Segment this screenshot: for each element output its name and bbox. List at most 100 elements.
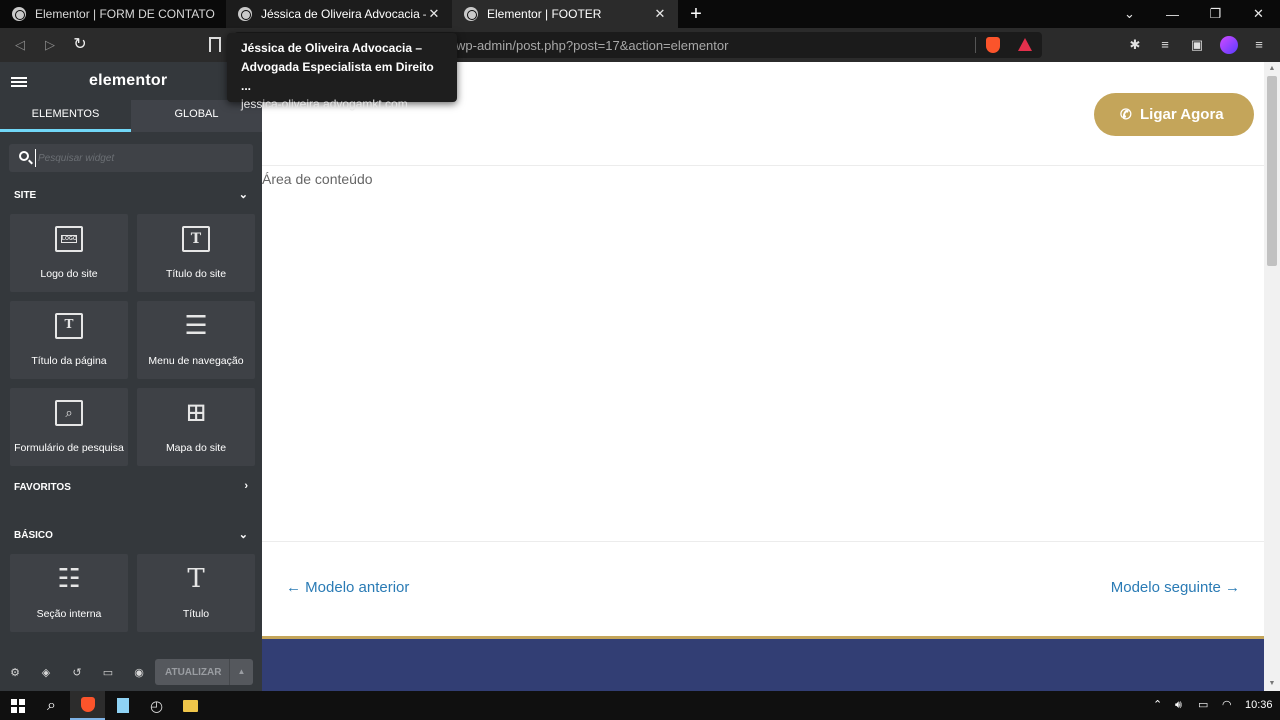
brave-rewards-icon[interactable] xyxy=(1018,38,1032,51)
close-window-icon[interactable]: ✕ xyxy=(1237,0,1280,28)
scrollbar-thumb[interactable] xyxy=(1267,76,1277,266)
url-text: wp-admin/post.php?post=17&action=element… xyxy=(456,38,729,53)
tab-form-contato[interactable]: Elementor | FORM DE CONTATO 2 xyxy=(0,0,226,28)
notepad-app[interactable] xyxy=(105,691,140,720)
widget-search-input[interactable] xyxy=(35,149,235,167)
profile-icon[interactable] xyxy=(1220,36,1238,54)
playlist-icon[interactable]: ≡ xyxy=(1157,37,1173,53)
header-divider xyxy=(262,165,1264,166)
search-icon[interactable]: ⌕ xyxy=(34,691,69,720)
wifi-icon[interactable]: ◠ xyxy=(1222,691,1232,720)
widget-heading[interactable]: T Título xyxy=(137,554,255,632)
notepad-icon xyxy=(116,698,129,713)
new-tab-button[interactable]: + xyxy=(678,0,714,28)
basic-widgets-grid: ☷ Seção interna T Título xyxy=(1,554,262,632)
search-icon xyxy=(19,151,29,161)
tab-search-icon[interactable]: ⌄ xyxy=(1108,0,1151,28)
panel-footer: ⚙ ◈ ↺ ▭ ◉ ATUALIZAR ▲ xyxy=(0,655,262,691)
scroll-up-icon[interactable]: ▲ xyxy=(1264,62,1280,76)
phone-icon: ✆ xyxy=(1120,106,1132,122)
preview-icon[interactable]: ◉ xyxy=(133,667,145,679)
update-label: ATUALIZAR xyxy=(165,667,222,678)
file-explorer-app[interactable] xyxy=(173,691,208,720)
widget-label: Título do site xyxy=(165,268,227,280)
chevron-up-icon[interactable]: ▲ xyxy=(229,659,253,685)
widget-label: Título da página xyxy=(31,355,107,367)
windows-taskbar: ⌕ ◴ ⌃ 🔊︎ ▭ ◠ 10:36 xyxy=(0,691,1280,720)
navigator-icon[interactable]: ◈ xyxy=(40,667,52,679)
divider xyxy=(975,37,976,53)
call-now-button[interactable]: ✆ Ligar Agora xyxy=(1094,93,1254,136)
elementor-logo: elementor xyxy=(89,72,168,89)
widget-page-title[interactable]: T Título da página xyxy=(10,301,128,379)
widget-label: Formulário de pesquisa xyxy=(14,442,124,454)
history-icon[interactable]: ↺ xyxy=(71,667,83,679)
wallet-icon[interactable]: ▣ xyxy=(1189,37,1205,53)
scroll-down-icon[interactable]: ▼ xyxy=(1264,677,1280,691)
responsive-mode-icon[interactable]: ▭ xyxy=(102,667,114,679)
panel-header: elementor xyxy=(0,62,262,100)
brave-shields-icon[interactable] xyxy=(986,37,1000,53)
search-form-icon: ⌕ xyxy=(55,400,83,426)
section-label: FAVORITOS xyxy=(14,482,71,493)
folder-icon xyxy=(183,699,198,712)
tab-elements[interactable]: ELEMENTOS xyxy=(0,100,131,132)
reload-icon[interactable]: ↻ xyxy=(71,36,89,54)
section-basic[interactable]: BÁSICO ⌄ xyxy=(0,520,262,554)
menu-icon[interactable]: ≡ xyxy=(1251,37,1267,53)
widget-label: Logo do site xyxy=(40,268,98,280)
widget-search-form[interactable]: ⌕ Formulário de pesquisa xyxy=(10,388,128,466)
clock-app[interactable]: ◴ xyxy=(139,691,174,720)
globe-icon xyxy=(12,7,26,21)
widget-search xyxy=(9,144,253,172)
globe-icon xyxy=(464,7,478,21)
tooltip-title-line2: Advogada Especialista em Direito ... xyxy=(241,60,434,93)
widget-nav-menu[interactable]: ☰ Menu de navegação xyxy=(137,301,255,379)
clock-time[interactable]: 10:36 xyxy=(1245,691,1273,720)
minimize-icon[interactable]: — xyxy=(1151,0,1194,28)
tab-title: Elementor | FOOTER xyxy=(487,7,602,21)
section-site[interactable]: SITE ⌄ xyxy=(0,180,262,214)
site-widgets-grid: LOGO Logo do site T Título do site T Tít… xyxy=(1,214,262,466)
chevron-right-icon: › xyxy=(244,480,248,492)
extensions-icon[interactable]: ✱ xyxy=(1127,37,1143,53)
site-title-icon: T xyxy=(182,226,210,252)
close-tab-icon[interactable]: ✕ xyxy=(426,6,442,22)
start-button[interactable] xyxy=(0,691,35,720)
previous-template-link[interactable]: ← Modelo anterior xyxy=(286,579,409,596)
widget-inner-section[interactable]: ☷ Seção interna xyxy=(10,554,128,632)
window-controls: ⌄ — ❐ ✕ xyxy=(1108,0,1280,28)
back-icon[interactable]: ◁ xyxy=(11,36,29,54)
widget-site-logo[interactable]: LOGO Logo do site xyxy=(10,214,128,292)
forward-icon[interactable]: ▷ xyxy=(41,36,59,54)
chevron-up-icon[interactable]: ⌃ xyxy=(1153,691,1162,720)
widget-sitemap[interactable]: ⊞ Mapa do site xyxy=(137,388,255,466)
settings-icon[interactable]: ⚙ xyxy=(9,667,21,679)
windows-icon xyxy=(10,698,25,713)
next-template-link[interactable]: Modelo seguinte → xyxy=(1111,579,1240,596)
page-title-icon: T xyxy=(55,313,83,339)
call-now-label: Ligar Agora xyxy=(1140,106,1224,123)
heading-icon: T xyxy=(187,564,205,594)
close-tab-icon[interactable]: ✕ xyxy=(652,6,668,22)
section-favorites[interactable]: FAVORITOS › xyxy=(0,472,262,506)
post-nav-divider xyxy=(262,541,1264,542)
tooltip-title-line1: Jéssica de Oliveira Advocacia – xyxy=(241,41,423,55)
tab-footer[interactable]: Elementor | FOOTER ✕ xyxy=(452,0,678,28)
hamburger-menu-icon[interactable] xyxy=(11,77,27,87)
widget-label: Menu de navegação xyxy=(148,355,244,367)
sitemap-icon: ⊞ xyxy=(185,398,207,428)
page-scrollbar[interactable]: ▲ ▼ xyxy=(1264,62,1280,691)
widget-label: Mapa do site xyxy=(165,442,227,454)
bookmark-icon[interactable] xyxy=(209,37,221,52)
restore-icon[interactable]: ❐ xyxy=(1194,0,1237,28)
brave-browser-app[interactable] xyxy=(70,691,105,720)
nav-menu-icon: ☰ xyxy=(184,311,208,341)
update-button[interactable]: ATUALIZAR ▲ xyxy=(155,659,253,685)
panel-tabs: ELEMENTOS GLOBAL xyxy=(0,100,262,132)
chevron-down-icon: ⌄ xyxy=(238,189,248,201)
battery-icon[interactable]: ▭ xyxy=(1198,691,1208,720)
volume-icon[interactable]: 🔊︎ xyxy=(1175,691,1182,720)
tab-jessica-oliveira[interactable]: Jéssica de Oliveira Advocacia – Ad ✕ xyxy=(226,0,452,28)
widget-site-title[interactable]: T Título do site xyxy=(137,214,255,292)
